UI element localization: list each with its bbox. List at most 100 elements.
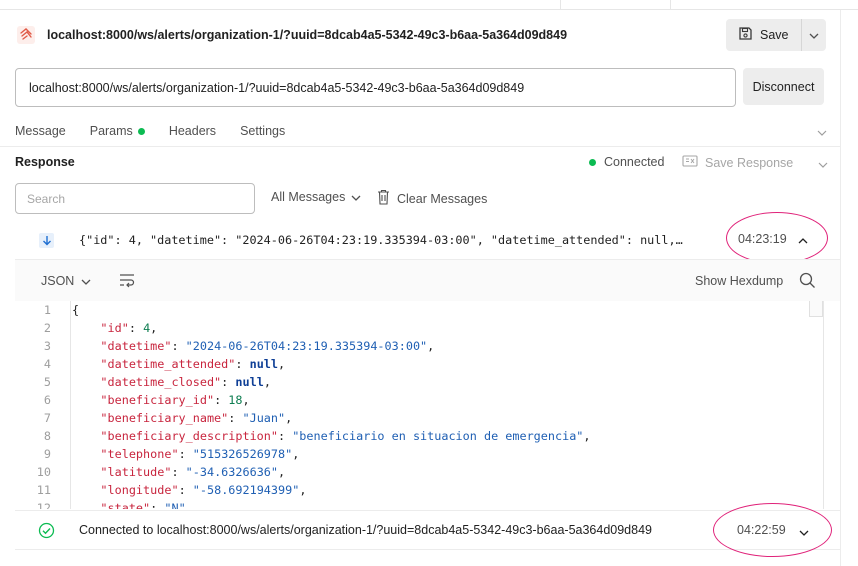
json-comma: , (292, 447, 300, 461)
clear-messages-label: Clear Messages (397, 191, 488, 206)
request-title-row: localhost:8000/ws/alerts/organization-1/… (14, 22, 567, 48)
tab-message[interactable]: Message (15, 124, 66, 138)
code-scrollbar[interactable] (809, 301, 823, 317)
code-line: 3 "datetime": "2024-06-26T04:23:19.33539… (15, 337, 815, 355)
json-comma: , (285, 411, 293, 425)
request-tabs: Message Params Headers Settings (15, 119, 285, 143)
tabs-divider (0, 146, 840, 147)
json-code-view[interactable]: 1{2 "id": 4, 3 "datetime": "2024-06-26T04… (15, 301, 840, 509)
save-button[interactable]: Save (726, 19, 802, 51)
chevron-down-icon (81, 274, 91, 288)
show-hexdump-button[interactable]: Show Hexdump (695, 274, 783, 288)
params-indicator-dot (137, 127, 145, 135)
collapse-request-chevron-icon[interactable] (817, 125, 827, 139)
tab-label: Message (15, 124, 66, 138)
chevron-down-icon (809, 28, 819, 42)
tab-label: Settings (240, 124, 286, 138)
annotation-circle (713, 503, 832, 557)
connection-status-label: Connected (604, 155, 665, 169)
connection-event-text: Connected to localhost:8000/ws/alerts/or… (79, 523, 652, 537)
code-line: 6 "beneficiary_id": 18, (15, 391, 815, 409)
top-divider (560, 0, 561, 10)
message-row[interactable]: {"id": 4, "datetime": "2024-06-26T04:23:… (15, 222, 840, 258)
json-value: "-58.692194399" (192, 483, 300, 497)
message-filter-dropdown[interactable]: All Messages (271, 190, 361, 204)
search-icon[interactable] (799, 272, 816, 292)
annotation-circle (726, 212, 828, 264)
websocket-request-icon (14, 23, 38, 47)
line-content: "datetime": "2024-06-26T04:23:19.335394-… (100, 339, 435, 353)
code-line: 1{ (15, 301, 815, 319)
json-key: "beneficiary_id" (100, 393, 215, 407)
code-line: 11 "longitude": "-58.692194399", (15, 481, 815, 499)
line-content: "beneficiary_description": "beneficiario… (100, 429, 591, 443)
line-content: "datetime_attended": null, (100, 357, 286, 371)
code-line: 5 "datetime_closed": null, (15, 373, 815, 391)
code-line: 9 "telephone": "515326526978", (15, 445, 815, 463)
json-comma: , (427, 339, 435, 353)
clear-messages-button[interactable]: Clear Messages (377, 189, 487, 208)
line-content: "longitude": "-58.692194399", (100, 483, 307, 497)
request-title[interactable]: localhost:8000/ws/alerts/organization-1/… (47, 28, 567, 42)
line-number: 10 (36, 465, 51, 479)
json-comma: , (278, 465, 286, 479)
line-number: 3 (43, 339, 51, 353)
right-edge-divider (840, 10, 841, 566)
line-content: "latitude": "-34.6326636", (100, 465, 286, 479)
tab-headers[interactable]: Headers (169, 124, 216, 138)
tab-settings[interactable]: Settings (240, 124, 285, 138)
format-dropdown[interactable]: JSON (41, 274, 91, 288)
search-placeholder: Search (27, 191, 66, 206)
json-value: null (235, 375, 264, 389)
json-comma: , (299, 483, 307, 497)
line-number: 7 (43, 411, 51, 425)
code-line: 7 "beneficiary_name": "Juan", (15, 409, 815, 427)
line-number: 5 (43, 375, 51, 389)
response-options-chevron-icon[interactable] (818, 157, 828, 171)
top-divider (670, 0, 671, 10)
json-key: "beneficiary_description" (100, 429, 278, 443)
message-preview: {"id": 4, "datetime": "2024-06-26T04:23:… (79, 233, 683, 247)
json-value: 18 (228, 393, 243, 407)
code-line: 8 "beneficiary_description": "beneficiar… (15, 427, 815, 445)
code-line: 2 "id": 4, (15, 319, 815, 337)
disconnect-button[interactable]: Disconnect (743, 68, 824, 105)
json-value: null (249, 357, 279, 371)
line-number: 8 (43, 429, 51, 443)
word-wrap-icon[interactable] (118, 272, 136, 291)
line-number: 9 (43, 447, 51, 461)
json-comma: , (583, 429, 591, 443)
json-value: "beneficiario en situacion de emergencia… (292, 429, 584, 443)
json-key: "datetime" (100, 339, 172, 353)
incoming-arrow-icon (39, 232, 54, 248)
tab-label: Params (89, 124, 133, 138)
code-line: 12 "state": "N", (15, 499, 815, 509)
tab-label: Headers (168, 124, 217, 138)
json-comma: , (185, 501, 193, 509)
url-input[interactable]: localhost:8000/ws/alerts/organization-1/… (15, 68, 736, 107)
line-content: "state": "N", (72, 499, 193, 509)
message-search-input[interactable]: Search (15, 183, 255, 214)
url-input-value: localhost:8000/ws/alerts/organization-1/… (29, 80, 525, 95)
code-line: 10 "latitude": "-34.6326636", (15, 463, 815, 481)
floppy-disk-icon (738, 26, 753, 44)
json-value: "515326526978" (192, 447, 293, 461)
json-comma: , (278, 357, 286, 371)
tab-params[interactable]: Params (90, 124, 145, 138)
line-content: "telephone": "515326526978", (100, 447, 300, 461)
line-number: 4 (43, 357, 51, 371)
json-key: "latitude" (100, 465, 172, 479)
json-key: "beneficiary_name" (100, 411, 229, 425)
json-key: "state" (100, 501, 151, 509)
line-content: "id": 4, (100, 321, 158, 335)
json-value: "Juan" (242, 411, 286, 425)
json-value: "-34.6326636" (185, 465, 279, 479)
save-button-label: Save (760, 28, 789, 42)
save-response-button[interactable]: Save Response (682, 155, 793, 170)
json-value: "2024-06-26T04:23:19.335394-03:00" (185, 339, 428, 353)
connected-status-dot (589, 158, 596, 166)
save-options-button[interactable] (802, 19, 826, 51)
check-circle-icon (38, 522, 55, 542)
line-content: "datetime_closed": null, (100, 375, 271, 389)
json-comma: , (242, 393, 250, 407)
